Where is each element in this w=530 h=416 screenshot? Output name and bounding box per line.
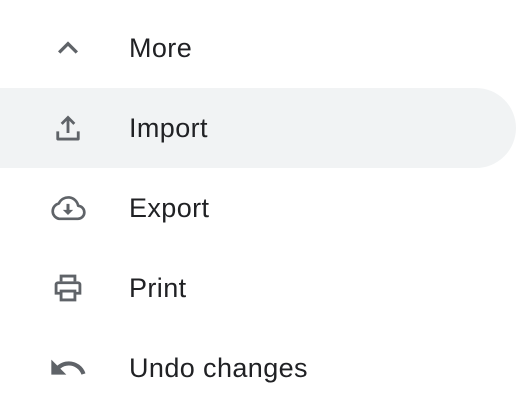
chevron-up-icon [44, 28, 92, 68]
menu-item-export[interactable]: Export [0, 168, 516, 248]
cloud-download-icon [44, 188, 92, 228]
undo-icon [44, 348, 92, 388]
side-menu: More Import Export Print Undo changes [0, 8, 530, 408]
menu-item-import[interactable]: Import [0, 88, 516, 168]
print-icon [44, 268, 92, 308]
menu-item-label: More [129, 33, 193, 63]
menu-item-more[interactable]: More [0, 8, 516, 88]
menu-item-label: Export [129, 193, 210, 223]
menu-item-label: Undo changes [129, 353, 308, 383]
upload-icon [44, 108, 92, 148]
menu-item-label: Print [129, 273, 187, 303]
menu-item-label: Import [129, 113, 208, 143]
menu-item-print[interactable]: Print [0, 248, 516, 328]
menu-item-undo-changes[interactable]: Undo changes [0, 328, 516, 408]
